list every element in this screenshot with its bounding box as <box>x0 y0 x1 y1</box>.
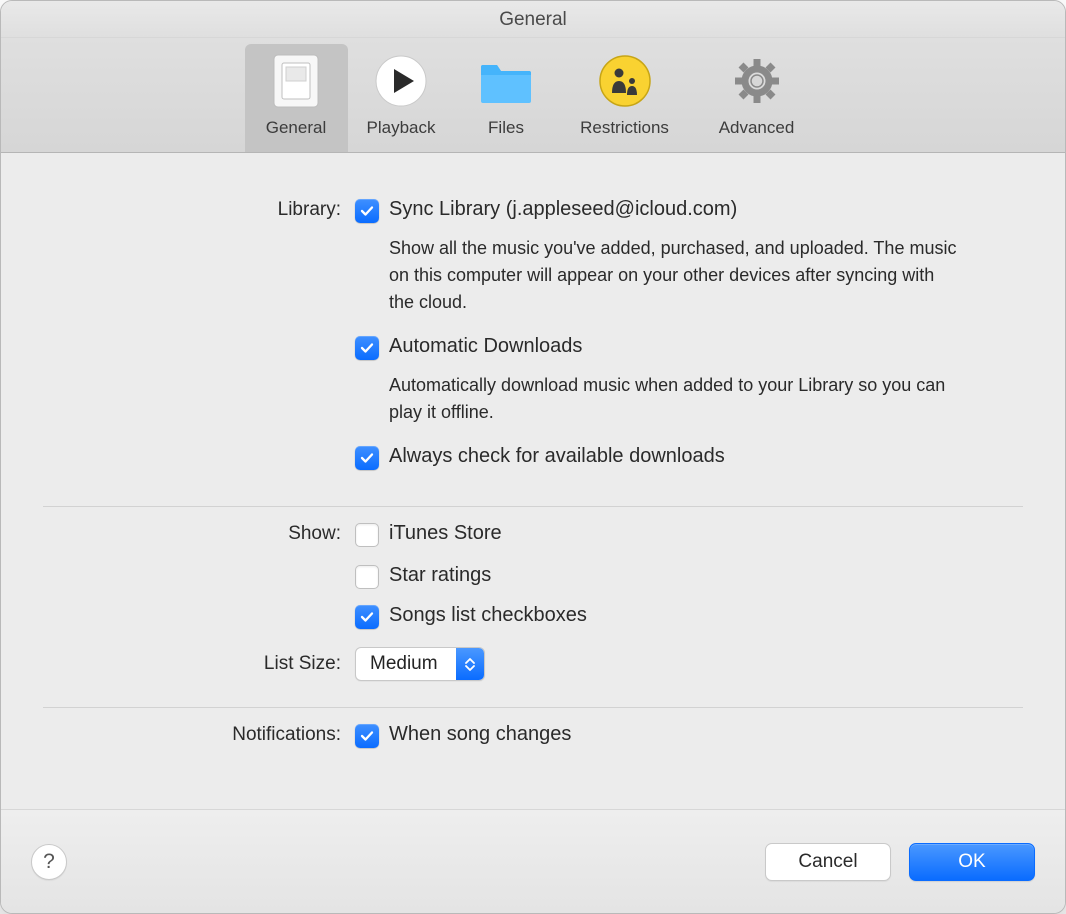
list-size-select[interactable]: Medium <box>355 647 485 681</box>
tab-restrictions[interactable]: Restrictions <box>560 44 690 152</box>
always-check-label: Always check for available downloads <box>389 444 725 468</box>
show-label: Show: <box>43 521 355 545</box>
stepper-icon <box>456 648 484 680</box>
itunes-store-checkbox[interactable] <box>355 523 379 547</box>
sync-library-checkbox[interactable] <box>355 199 379 223</box>
automatic-downloads-checkbox[interactable] <box>355 336 379 360</box>
notifications-label: Notifications: <box>43 722 355 746</box>
songs-list-checkboxes-checkbox[interactable] <box>355 605 379 629</box>
divider <box>43 707 1023 708</box>
window-title: General <box>1 1 1065 38</box>
songs-list-checkboxes-label: Songs list checkboxes <box>389 603 587 627</box>
footer: ? Cancel OK <box>1 809 1065 913</box>
list-size-value: Medium <box>356 653 456 675</box>
content-area: Library: Sync Library (j.appleseed@iclou… <box>1 153 1065 809</box>
automatic-downloads-label: Automatic Downloads <box>389 334 582 358</box>
general-icon <box>267 52 325 110</box>
preferences-toolbar: General Playback Files <box>1 38 1065 153</box>
sync-library-label: Sync Library (j.appleseed@icloud.com) <box>389 197 737 221</box>
itunes-store-label: iTunes Store <box>389 521 502 545</box>
song-changes-label: When song changes <box>389 722 571 746</box>
tab-general[interactable]: General <box>245 44 348 152</box>
tab-files-label: Files <box>488 118 524 138</box>
always-check-checkbox[interactable] <box>355 446 379 470</box>
files-icon <box>477 52 535 110</box>
restrictions-icon <box>596 52 654 110</box>
library-label: Library: <box>43 197 355 221</box>
help-button[interactable]: ? <box>31 844 67 880</box>
ok-button[interactable]: OK <box>909 843 1035 881</box>
sync-library-description: Show all the music you've added, purchas… <box>389 235 959 316</box>
tab-playback[interactable]: Playback <box>350 44 453 152</box>
tab-general-label: General <box>266 118 326 138</box>
playback-icon <box>372 52 430 110</box>
list-size-label: List Size: <box>43 653 355 675</box>
tab-advanced[interactable]: Advanced <box>692 44 822 152</box>
tab-files[interactable]: Files <box>455 44 558 152</box>
tab-playback-label: Playback <box>367 118 436 138</box>
star-ratings-checkbox[interactable] <box>355 565 379 589</box>
star-ratings-label: Star ratings <box>389 563 491 587</box>
tab-restrictions-label: Restrictions <box>580 118 669 138</box>
cancel-button[interactable]: Cancel <box>765 843 891 881</box>
advanced-icon <box>728 52 786 110</box>
divider <box>43 506 1023 507</box>
song-changes-checkbox[interactable] <box>355 724 379 748</box>
tab-advanced-label: Advanced <box>719 118 795 138</box>
automatic-downloads-description: Automatically download music when added … <box>389 372 959 426</box>
